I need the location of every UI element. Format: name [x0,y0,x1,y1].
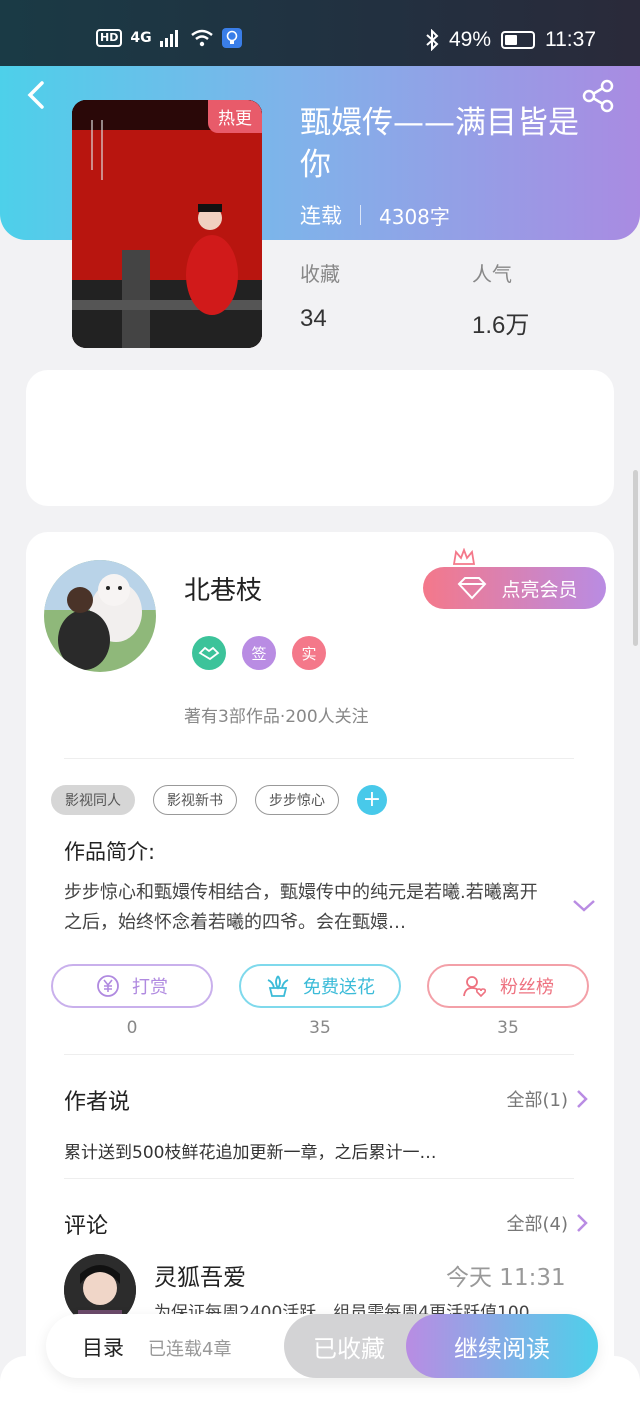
stat-label: 收藏 [300,262,340,286]
book-title: 甄嬛传——满目皆是你 [300,105,579,183]
clock: 11:37 [545,28,596,51]
word-count: 4308字 [379,204,450,229]
author-says-text[interactable]: 累计送到500枝鲜花追加更新一章，之后累计一… [64,1138,436,1163]
network-indicator: 4G [130,30,152,46]
comment-username[interactable]: 灵狐吾爱 [154,1258,246,1292]
stat-popularity: 人气 1.6万 [472,258,529,340]
signed-badge: 签 [242,636,276,670]
status-bar: HD 4G 49% 11:37 [0,0,640,70]
bluetooth-icon [426,29,439,51]
author-summary: 著有3部作品·200人关注 [184,707,369,727]
status-right: 49% 11:37 [425,28,596,52]
author-says-more-label: 全部(1) [506,1090,569,1111]
toc-button[interactable]: 目录 [82,1332,124,1362]
verified-badge: 实 [292,636,326,670]
book-cover[interactable]: 热更 [72,100,262,348]
author-avatar[interactable] [44,560,156,672]
toc-status: 已连载4章 [148,1339,232,1360]
hd-indicator: HD [96,29,123,47]
fan-count: 35 [497,1018,519,1038]
signal-icon [159,30,178,47]
handshake-badge-icon [192,636,226,670]
comments-more[interactable]: 全部(4) [507,1210,589,1236]
tag-item[interactable]: 步步惊心 [255,785,339,815]
chevron-down-icon[interactable] [572,898,596,914]
chevron-right-icon [577,1214,588,1232]
author-name[interactable]: 北巷枝 [184,570,262,607]
divider [64,1054,574,1055]
tag-item[interactable]: 影视同人 [51,785,135,815]
favorited-label: 已收藏 [313,1334,385,1363]
stat-value: 1.6万 [472,312,530,339]
battery-icon [501,31,535,49]
stat-value: 34 [300,305,327,332]
divider [64,758,574,759]
intro-title: 作品简介: [64,840,156,864]
book-status: 连载 [300,204,342,228]
blank-card [26,370,614,506]
tag-item[interactable]: 影视新书 [153,785,237,815]
comment-time: 今天 11:31 [446,1265,566,1291]
send-flower-label: 免费送花 [303,977,375,998]
fan-icon [463,976,487,998]
tag-list: 影视同人 影视新书 步步惊心 + [51,785,387,815]
diamond-icon [458,577,487,600]
battery-percent: 49% [448,28,491,51]
vip-button-label: 点亮会员 [501,578,578,601]
tip-count: 0 [126,1018,138,1038]
bulb-icon [221,28,242,48]
scrollbar[interactable] [633,470,638,646]
comments-more-label: 全部(4) [506,1214,569,1235]
wifi-icon [190,29,213,47]
fan-rank-button[interactable]: 粉丝榜 [427,964,589,1008]
comments-title: 评论 [64,1214,109,1239]
flower-icon [267,975,289,997]
send-flower-button[interactable]: 免费送花 [239,964,401,1008]
meta-divider [360,205,361,225]
cover-image [72,100,262,348]
tip-button[interactable]: 打赏 [51,964,213,1008]
stat-label: 人气 [472,262,512,286]
author-says-more[interactable]: 全部(1) [507,1086,589,1112]
add-tag-button[interactable]: + [357,785,387,815]
continue-reading-label: 继续阅读 [454,1334,550,1363]
hot-badge: 热更 [208,100,262,133]
divider [64,1178,574,1179]
flower-count: 35 [309,1018,331,1038]
continue-reading-button[interactable]: 继续阅读 [406,1314,598,1378]
crown-icon [452,548,476,565]
chevron-right-icon [577,1090,588,1108]
tip-label: 打赏 [132,977,168,998]
intro-text: 步步惊心和甄嬛传相结合，甄嬛传中的纯元是若曦.若曦离开之后，始终怀念着若曦的四爷… [64,882,538,933]
yuan-coin-icon [97,975,119,997]
author-says-title: 作者说 [64,1090,131,1115]
status-left: HD 4G [96,28,242,48]
vip-button[interactable]: 点亮会员 [423,567,606,609]
book-meta: 连载 4308字 [300,200,450,230]
back-icon[interactable] [24,80,50,109]
stat-favorites: 收藏 34 [300,258,340,333]
author-badges: 签 实 [192,636,326,670]
fan-rank-label: 粉丝榜 [500,977,554,998]
